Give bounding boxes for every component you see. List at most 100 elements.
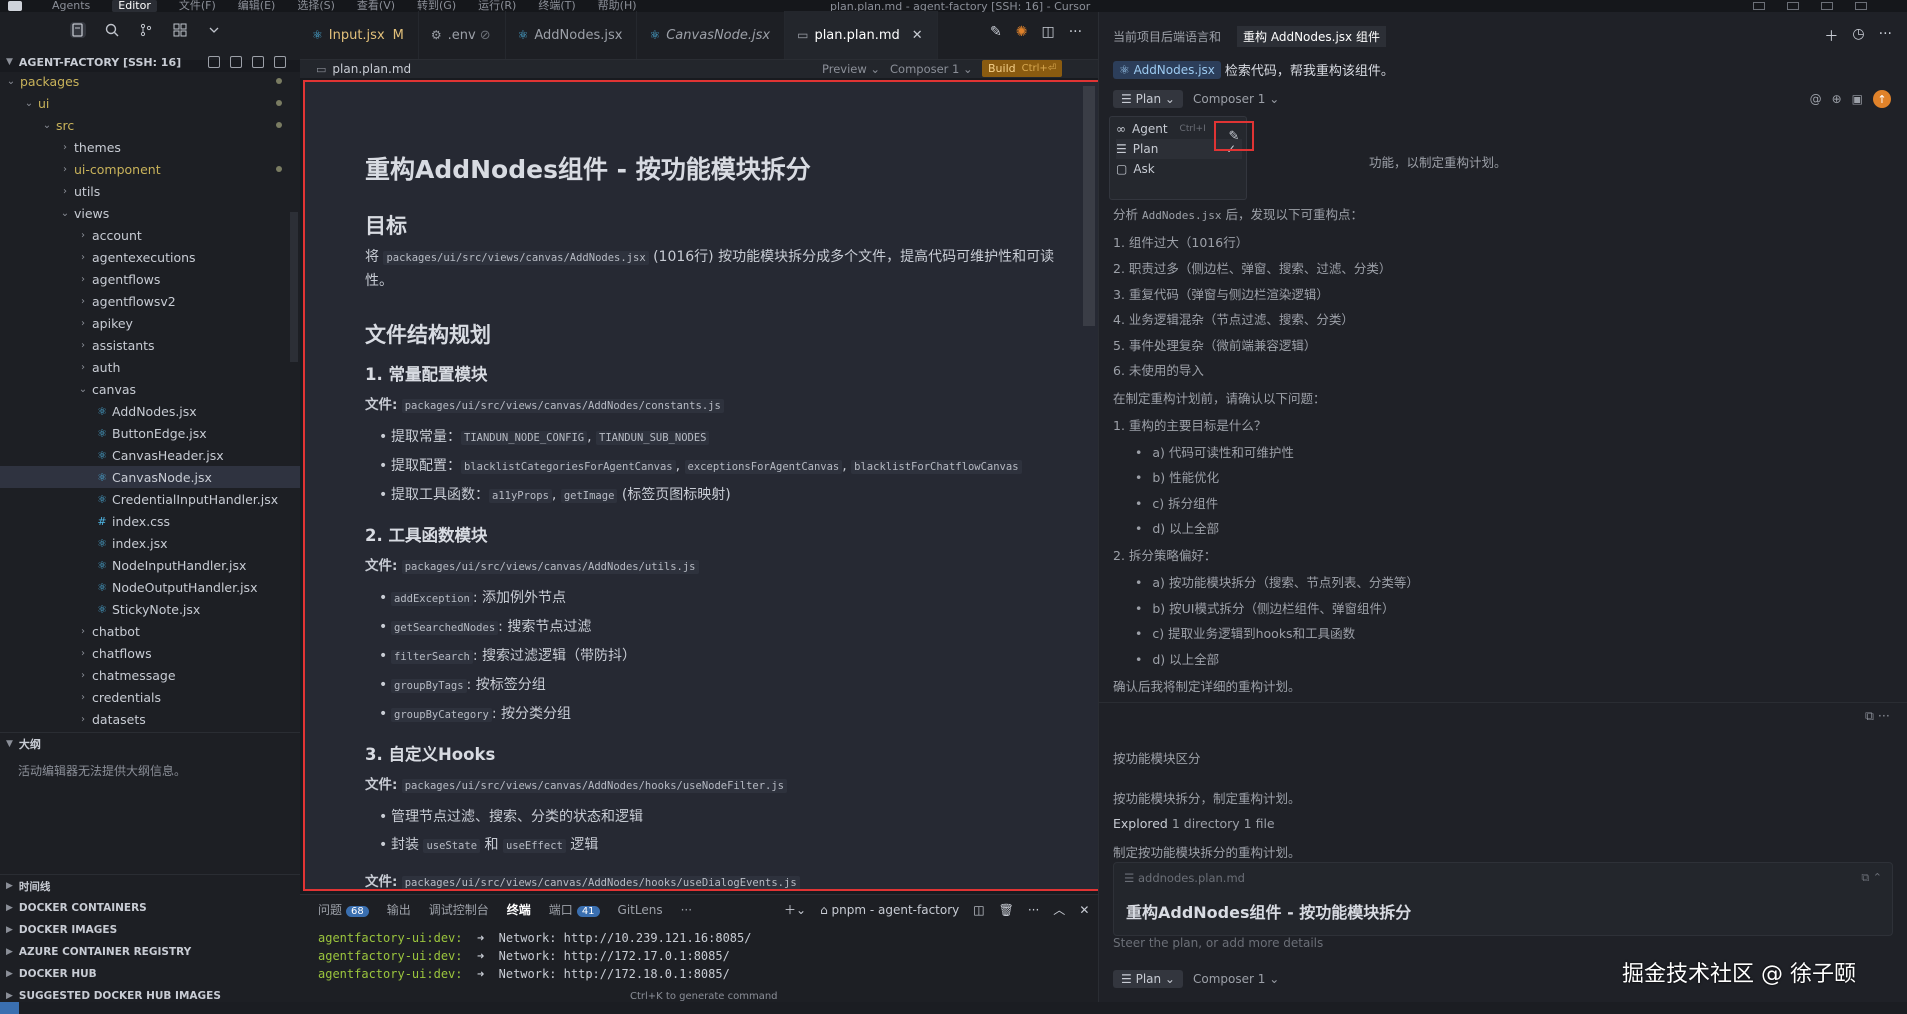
plan-card[interactable]: ☰ addnodes.plan.md 重构AddNodes组件 - 按功能模块拆… xyxy=(1113,862,1893,936)
section-docker-images[interactable]: ▶ DOCKER IMAGES xyxy=(0,919,300,941)
maximize-icon[interactable] xyxy=(1855,2,1867,10)
composer-dropdown[interactable]: Composer 1 ⌄ xyxy=(890,62,973,76)
markdown-preview[interactable]: 重构AddNodes组件 - 按功能模块拆分 目标 将 packages/ui/… xyxy=(303,80,1102,891)
tree-item[interactable]: › chatbot xyxy=(0,620,300,642)
breadcrumb-filename[interactable]: plan.plan.md xyxy=(332,62,411,76)
more-icon[interactable]: ··· xyxy=(1879,26,1892,46)
section-docker-containers[interactable]: ▶ DOCKER CONTAINERS xyxy=(0,897,300,919)
panel-tab-ports[interactable]: 端口 41 xyxy=(549,901,600,918)
tree-item[interactable]: › agentflows xyxy=(0,268,300,290)
tab-plan-md[interactable]: ▭ plan.plan.md ✕ xyxy=(785,11,938,59)
image-icon[interactable]: ▣ xyxy=(1852,92,1863,106)
mode-selector[interactable]: ☰ Plan ⌄ xyxy=(1113,90,1183,108)
tree-item[interactable]: › account xyxy=(0,224,300,246)
edit-icon[interactable]: ✎ xyxy=(990,24,1002,40)
tree-item[interactable]: › utils xyxy=(0,180,300,202)
panel-more[interactable]: ··· xyxy=(681,903,692,917)
outline-section-header[interactable]: ▼ 大纲 xyxy=(0,732,300,754)
steer-input[interactable]: Steer the plan, or add more details xyxy=(1113,936,1323,950)
new-file-icon[interactable] xyxy=(208,56,220,68)
panel-tab-terminal[interactable]: 终端 xyxy=(507,901,531,918)
chevron-down-icon[interactable] xyxy=(206,22,222,38)
tree-item[interactable]: › themes xyxy=(0,136,300,158)
tree-item[interactable]: › ui-component xyxy=(0,158,300,180)
more-icon[interactable]: ··· xyxy=(1028,903,1039,917)
preview-dropdown[interactable]: Preview ⌄ xyxy=(822,62,880,76)
tree-item[interactable]: ⚛ index.jsx xyxy=(0,532,300,554)
chat-tab-backend[interactable]: 当前项目后端语言和 xyxy=(1113,28,1221,45)
tree-item[interactable]: › credentials xyxy=(0,686,300,708)
tree-item[interactable]: › datasets xyxy=(0,708,300,730)
send-button[interactable]: ↑ xyxy=(1873,90,1891,108)
preview-scrollbar[interactable] xyxy=(1083,86,1095,326)
chat-tab-refactor[interactable]: 重构 AddNodes.jsx 组件 xyxy=(1237,25,1386,47)
mode-selector[interactable]: ☰ Plan ⌄ xyxy=(1113,970,1183,988)
tree-item[interactable]: › agentexecutions xyxy=(0,246,300,268)
tree-item[interactable]: ⚛ ButtonEdge.jsx xyxy=(0,422,300,444)
copy-icon[interactable]: ⧉ ··· xyxy=(1865,708,1890,724)
trash-icon[interactable]: 🗑 xyxy=(999,903,1014,917)
tree-item[interactable]: ⌄ canvas xyxy=(0,378,300,400)
tab-env[interactable]: ⚙ .env ⊘ xyxy=(419,11,506,59)
mention-icon[interactable]: @ xyxy=(1810,92,1822,106)
collapse-all-icon[interactable] xyxy=(274,56,286,68)
tree-item[interactable]: ⚛ CredentialInputHandler.jsx xyxy=(0,488,300,510)
panel-icon[interactable] xyxy=(1787,2,1799,10)
edit-plan-button[interactable]: ✎ xyxy=(1214,121,1254,151)
files-icon[interactable] xyxy=(70,22,86,38)
tab-addnodes-jsx[interactable]: ⚛ AddNodes.jsx xyxy=(506,11,638,59)
tree-item[interactable]: ⚛ CanvasNode.jsx xyxy=(0,466,300,488)
mode-option-ask[interactable]: ▢ Ask xyxy=(1116,159,1242,179)
menu-agents[interactable]: Agents xyxy=(52,0,90,12)
sparkle-icon[interactable]: ✺ xyxy=(1016,24,1028,40)
split-terminal-icon[interactable]: ◫ xyxy=(973,903,984,917)
close-icon[interactable]: ✕ xyxy=(912,28,923,43)
tree-item[interactable]: › chatmessage xyxy=(0,664,300,686)
new-chat-icon[interactable]: ＋ xyxy=(1824,26,1838,46)
tree-item[interactable]: › assistants xyxy=(0,334,300,356)
close-panel-icon[interactable]: ✕ xyxy=(1079,903,1089,917)
maximize-panel-icon[interactable]: ︿ xyxy=(1053,901,1065,918)
section-docker-hub[interactable]: ▶ DOCKER HUB xyxy=(0,963,300,985)
menu-editor[interactable]: Editor xyxy=(112,0,157,12)
tree-item[interactable]: # index.css xyxy=(0,510,300,532)
section-timeline[interactable]: ▶ 时间线 xyxy=(0,875,300,897)
panel-tab-output[interactable]: 输出 xyxy=(387,901,411,918)
layout-icon[interactable] xyxy=(1753,2,1765,10)
panel-tab-debug-console[interactable]: 调试控制台 xyxy=(429,901,489,918)
source-control-icon[interactable] xyxy=(138,22,154,38)
explored-line[interactable]: Explored 1 directory 1 file xyxy=(1113,816,1275,831)
refresh-icon[interactable] xyxy=(252,56,264,68)
menu-file[interactable]: 文件(F) xyxy=(179,0,216,12)
file-chip[interactable]: ⚛ AddNodes.jsx xyxy=(1113,60,1221,79)
tab-canvasnode-jsx[interactable]: ⚛ CanvasNode.jsx xyxy=(637,11,786,59)
tree-scrollbar[interactable] xyxy=(290,212,298,362)
terminal-selector[interactable]: ⌂ pnpm - agent-factory xyxy=(820,903,959,917)
remote-indicator[interactable] xyxy=(0,1002,20,1014)
panel-tab-gitlens[interactable]: GitLens xyxy=(618,903,663,917)
chevron-down-icon[interactable]: ▼ xyxy=(6,57,13,67)
menu-edit[interactable]: 编辑(E) xyxy=(238,0,276,12)
minimize-icon[interactable] xyxy=(1821,2,1833,10)
new-terminal-icon[interactable]: ＋⌄ xyxy=(784,901,806,918)
model-selector[interactable]: Composer 1 ⌄ xyxy=(1193,92,1279,106)
new-folder-icon[interactable] xyxy=(230,56,242,68)
tree-item[interactable]: ⚛ NodeOutputHandler.jsx xyxy=(0,576,300,598)
search-icon[interactable] xyxy=(104,22,120,38)
tree-item[interactable]: › auth xyxy=(0,356,300,378)
tree-item[interactable]: ⌄ src xyxy=(0,114,300,136)
tree-item[interactable]: ⚛ StickyNote.jsx xyxy=(0,598,300,620)
tree-item[interactable]: › apikey xyxy=(0,312,300,334)
tab-input-jsx[interactable]: ⚛ Input.jsx M xyxy=(300,11,419,59)
tree-item[interactable]: › chatflows xyxy=(0,642,300,664)
history-icon[interactable]: ◷ xyxy=(1852,26,1864,46)
tree-item[interactable]: ⌄ packages xyxy=(0,72,300,92)
build-button[interactable]: Build Ctrl+⏎ xyxy=(982,60,1063,77)
expand-icon[interactable]: ⧉ ⌃ xyxy=(1861,871,1882,885)
panel-tab-problems[interactable]: 问题 68 xyxy=(318,901,369,918)
section-azure-registry[interactable]: ▶ AZURE CONTAINER REGISTRY xyxy=(0,941,300,963)
tree-item[interactable]: ⚛ CanvasHeader.jsx xyxy=(0,444,300,466)
globe-icon[interactable]: ⊕ xyxy=(1832,92,1842,106)
tree-item[interactable]: ⚛ NodeInputHandler.jsx xyxy=(0,554,300,576)
tree-item[interactable]: › agentflowsv2 xyxy=(0,290,300,312)
